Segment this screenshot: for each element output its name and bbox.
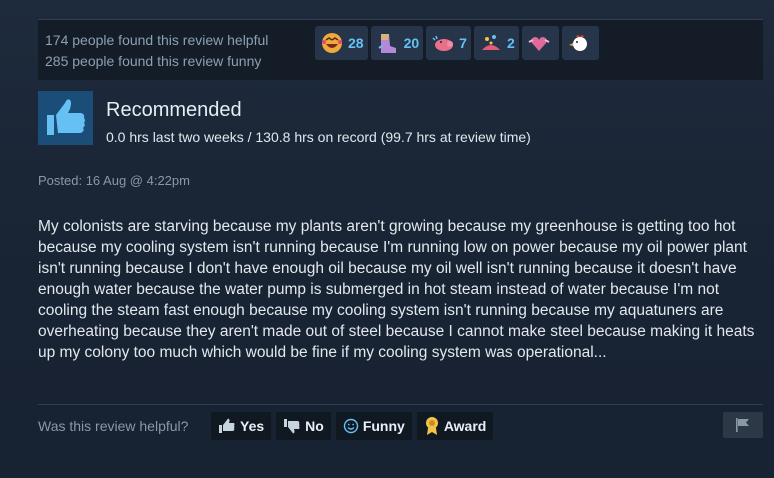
helpful-summary-bar: 174 people found this review helpful 285… [38, 20, 763, 80]
award-party[interactable]: 2 [473, 26, 519, 60]
funny-label: Funny [362, 418, 405, 434]
playtime-hours: 0.0 hrs last two weeks / 130.8 hrs on re… [106, 129, 531, 145]
helpful-summary: 174 people found this review helpful 285… [45, 30, 268, 72]
give-award-button[interactable]: Award [416, 412, 494, 440]
vote-funny-button[interactable]: Funny [335, 412, 412, 440]
award-count: 7 [459, 35, 467, 51]
award-laughing[interactable]: 28 [315, 26, 368, 60]
award-count: 28 [348, 35, 364, 51]
divider [38, 404, 763, 405]
award-pig[interactable]: 7 [426, 26, 471, 60]
award-heart[interactable] [521, 26, 559, 60]
yes-label: Yes [240, 418, 265, 434]
recommended-thumb-box[interactable] [38, 91, 93, 145]
heart-wings-icon [528, 37, 550, 51]
laughing-face-icon [322, 33, 342, 53]
review-card: 174 people found this review helpful 285… [0, 0, 774, 478]
helpful-question: Was this review helpful? [38, 418, 189, 434]
rooster-icon [568, 35, 587, 51]
helpful-count-text: 174 people found this review helpful [45, 32, 269, 48]
award-count: 2 [506, 35, 515, 51]
award-medal-icon [425, 417, 438, 435]
thumbs-up-icon [219, 418, 235, 433]
smiley-icon [343, 418, 359, 434]
review-verdict[interactable]: Recommended [106, 99, 242, 122]
thumbs-down-icon [284, 419, 300, 434]
review-body: My colonists are starving because my pla… [38, 218, 755, 361]
posted-date: Posted: 16 Aug @ 4:22pm [38, 173, 190, 188]
award-label: Award [443, 418, 487, 434]
pig-icon [432, 35, 454, 51]
funny-count-text: 285 people found this review funny [45, 53, 262, 69]
boot-kick-icon [378, 34, 396, 53]
awards-list: 28 20 7 2 [315, 26, 599, 60]
party-sparkle-icon [481, 35, 500, 50]
vote-actions: Yes No Funny Award [211, 412, 494, 440]
report-flag-button[interactable] [723, 412, 763, 438]
vote-yes-button[interactable]: Yes [211, 412, 272, 440]
vote-no-button[interactable]: No [276, 412, 331, 440]
flag-icon [736, 418, 749, 432]
no-label: No [305, 418, 324, 434]
award-count: 20 [403, 35, 420, 51]
award-rooster[interactable] [561, 26, 599, 60]
award-boot[interactable]: 20 [370, 26, 424, 60]
thumbs-up-icon [47, 99, 85, 135]
